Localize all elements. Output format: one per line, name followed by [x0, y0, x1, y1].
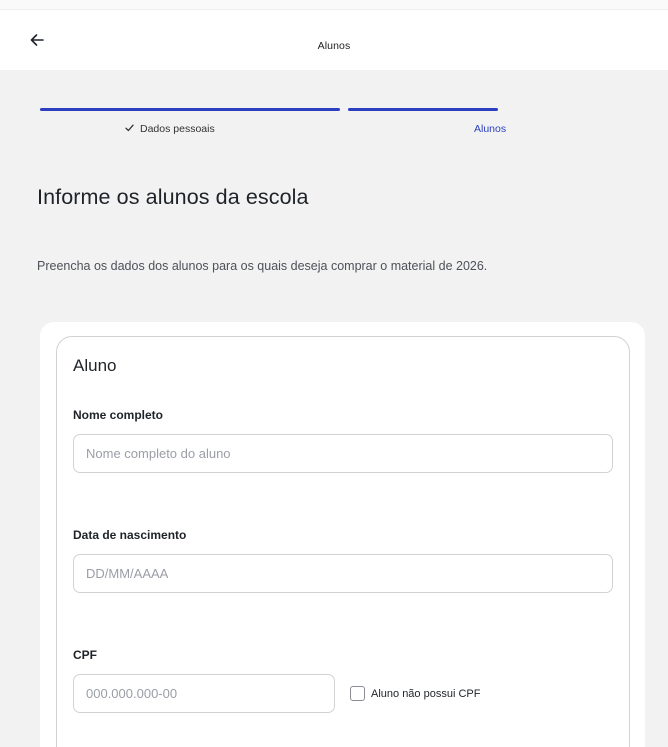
check-icon: [125, 123, 134, 135]
step-dados-pessoais: Dados pessoais: [125, 123, 215, 135]
section-description: Preencha os dados dos alunos para os qua…: [37, 259, 488, 273]
step-label-alunos: Alunos: [474, 123, 507, 135]
birth-date-label: Data de nascimento: [73, 528, 187, 542]
top-strip: [0, 0, 668, 10]
name-label: Nome completo: [73, 408, 164, 422]
cpf-input[interactable]: [73, 674, 335, 713]
step-bar-alunos: [348, 108, 498, 111]
stepper: Dados pessoais Alunos: [40, 108, 640, 138]
no-cpf-checkbox[interactable]: [350, 686, 365, 701]
students-card: Aluno Nome completo Data de nascimento C…: [40, 322, 645, 747]
name-input[interactable]: [73, 434, 613, 473]
step-bar-dados-pessoais: [40, 108, 340, 111]
page-title: Alunos: [317, 40, 351, 52]
student-form-title: Aluno: [73, 356, 117, 375]
birth-date-input[interactable]: [73, 554, 613, 593]
no-cpf-toggle[interactable]: Aluno não possui CPF: [350, 686, 480, 701]
student-form: Aluno Nome completo Data de nascimento C…: [56, 336, 630, 747]
step-label-dados-pessoais: Dados pessoais: [140, 123, 215, 135]
app-header: Alunos: [0, 10, 668, 70]
cpf-label: CPF: [73, 648, 97, 662]
main-content: Dados pessoais Alunos Informe os alunos …: [0, 70, 668, 747]
page: Alunos Dados pessoais Alunos Informe os …: [0, 0, 668, 747]
no-cpf-label: Aluno não possui CPF: [371, 687, 481, 700]
section-heading: Informe os alunos da escola: [37, 185, 309, 209]
